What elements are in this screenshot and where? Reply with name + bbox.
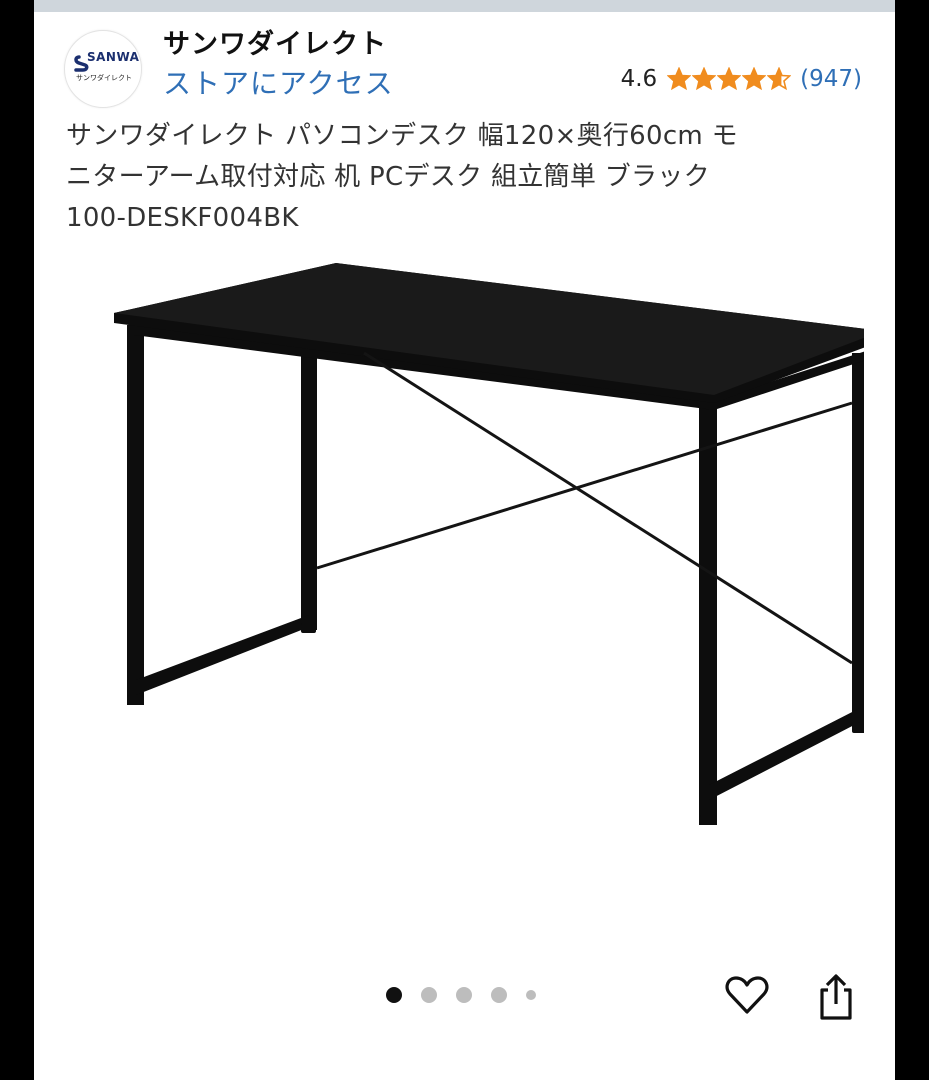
rating-count[interactable]: (947) — [800, 66, 862, 92]
visit-store-link[interactable]: ストアにアクセス — [163, 62, 394, 102]
rating-summary[interactable]: 4.6 (947) — [621, 66, 862, 92]
logo-sub-text: サンワダイレクト — [76, 74, 132, 82]
carousel-dot[interactable] — [526, 990, 536, 1000]
carousel-dot[interactable] — [456, 987, 472, 1003]
image-carousel-indicator[interactable] — [386, 987, 555, 1003]
star-full-icon — [742, 67, 767, 91]
star-rating — [667, 67, 792, 91]
store-logo[interactable]: SANWA サンワダイレクト — [64, 30, 142, 108]
product-page: SANWA サンワダイレクト サンワダイレクト ストアにアクセス 4.6 (94… — [34, 0, 895, 1080]
star-full-icon — [717, 67, 742, 91]
product-title-line: ニターアーム取付対応 机 PCデスク 組立簡単 ブラック — [66, 162, 710, 192]
product-image[interactable] — [74, 255, 864, 835]
star-full-icon — [692, 67, 717, 91]
logo-brand-text: SANWA — [87, 50, 140, 64]
heart-icon[interactable] — [724, 972, 770, 1018]
rating-value: 4.6 — [620, 66, 658, 92]
status-bar-strip — [34, 0, 895, 12]
product-title: サンワダイレクト パソコンデスク 幅120×奥行60cm モ ニターアーム取付対… — [66, 116, 866, 239]
share-icon[interactable] — [816, 972, 856, 1022]
product-title-line: サンワダイレクト パソコンデスク 幅120×奥行60cm モ — [66, 121, 738, 151]
star-partial-icon — [767, 67, 792, 91]
star-full-icon — [667, 67, 692, 91]
carousel-dot[interactable] — [491, 987, 507, 1003]
store-name: サンワダイレクト — [163, 29, 387, 60]
carousel-dot[interactable] — [386, 987, 402, 1003]
product-title-line: 100-DESKF004BK — [66, 203, 299, 233]
carousel-dot[interactable] — [421, 987, 437, 1003]
